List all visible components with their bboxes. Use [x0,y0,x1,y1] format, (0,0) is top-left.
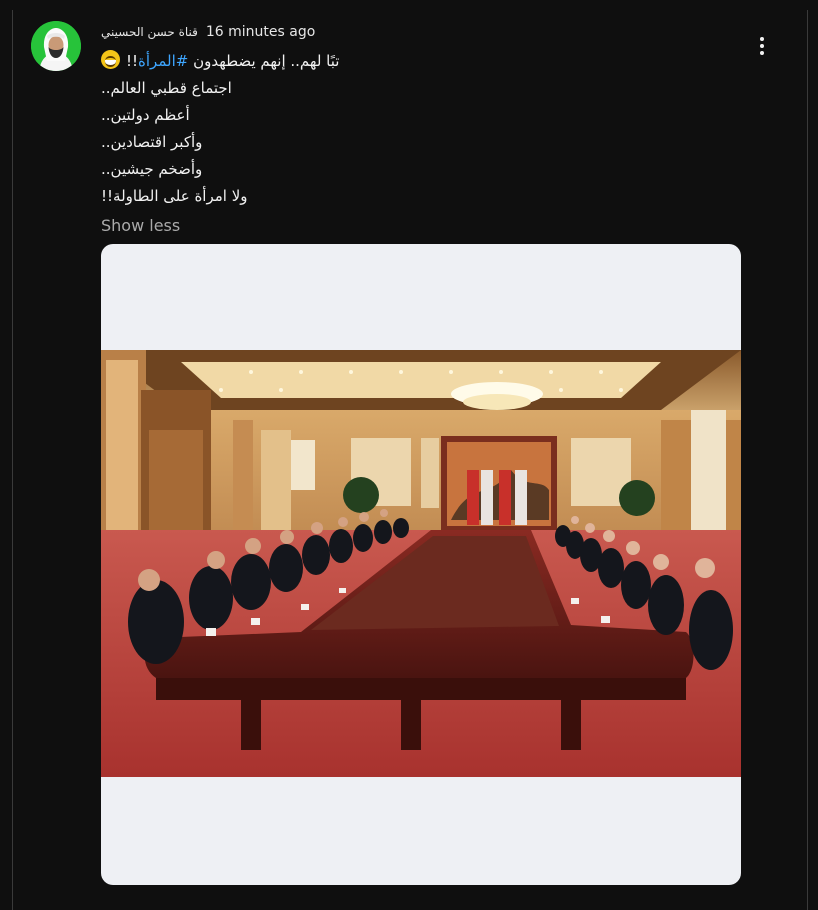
channel-avatar[interactable] [31,21,81,71]
more-options-button[interactable] [748,32,776,60]
post-image[interactable] [101,244,741,885]
line-1-prefix: تبًا لهم.. إنهم يضطهدون [188,52,340,70]
avatar-portrait [31,21,81,71]
post-header: قناة حسن الحسيني 16 minutes ago [101,23,315,41]
post-timestamp[interactable]: 16 minutes ago [206,24,315,40]
post-line-3: أعظم دولتين.. [101,106,190,124]
post-line-5: وأضخم جيشين.. [101,160,203,178]
more-vertical-icon [760,37,764,41]
grinning-face-emoji-icon [101,50,120,69]
channel-name[interactable]: قناة حسن الحسيني [101,25,198,39]
hashtag-link[interactable]: #المرأة [138,52,188,70]
post-line-6: ولا امرأة على الطاولة!! [101,187,248,205]
post-line-2: اجتماع قطبي العالم.. [101,79,232,97]
post-body: تبًا لهم.. إنهم يضطهدون #المرأة!! اجتماع… [101,48,361,210]
post-line-4: وأكبر اقتصادين.. [101,133,203,151]
meeting-room-photo [101,350,741,777]
line-1-suffix: !! [126,52,139,70]
post-line-1: تبًا لهم.. إنهم يضطهدون #المرأة!! [101,48,361,75]
show-less-button[interactable]: Show less [101,216,180,235]
